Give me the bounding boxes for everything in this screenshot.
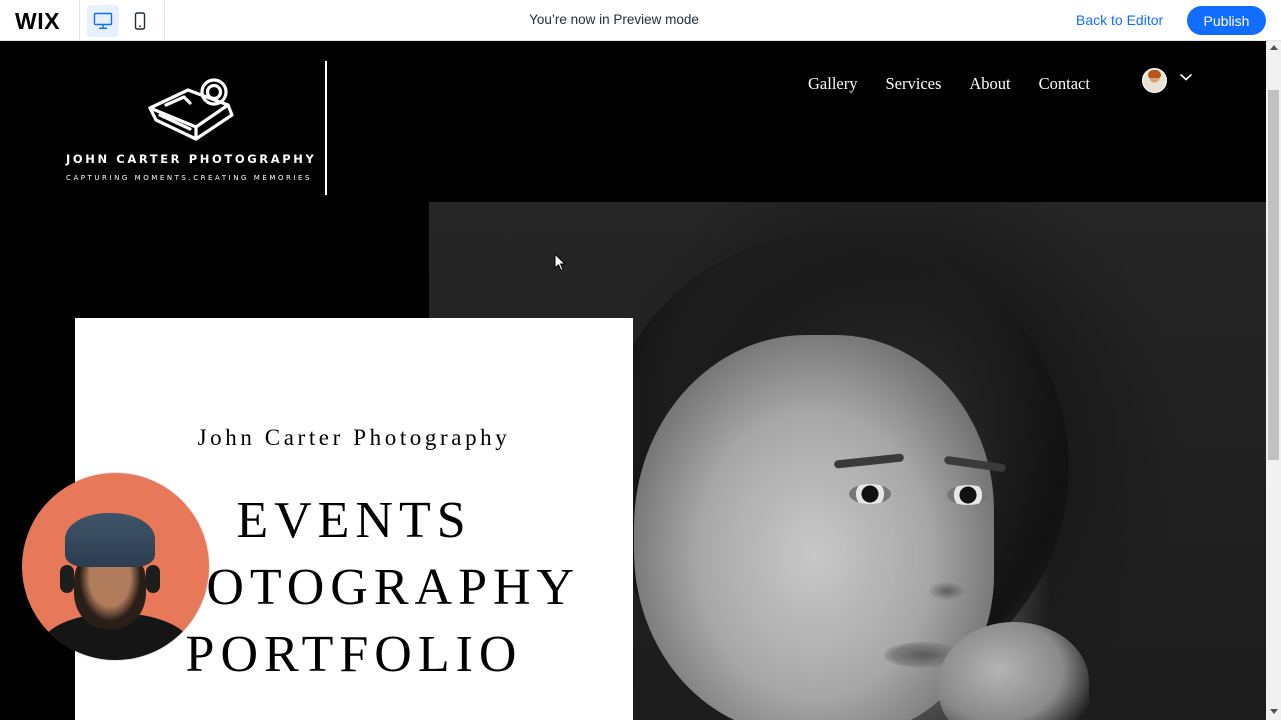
- nav-item-about[interactable]: About: [969, 74, 1010, 94]
- camera-logo-icon: [148, 78, 234, 141]
- back-to-editor-link[interactable]: Back to Editor: [1076, 12, 1163, 28]
- brand-name[interactable]: JOHN CARTER PHOTOGRAPHY: [66, 152, 316, 166]
- site-nav: Gallery Services About Contact: [808, 74, 1090, 94]
- logo-divider: [325, 61, 327, 195]
- webcam-presenter-turban: [65, 513, 155, 567]
- preview-topbar: WIX You’re now in Preview mode Back to E…: [0, 0, 1281, 41]
- preview-mode-message: You’re now in Preview mode: [529, 12, 699, 27]
- headphones-icon: [146, 565, 160, 593]
- mouse-cursor-icon: [554, 253, 566, 272]
- nav-item-services[interactable]: Services: [885, 74, 941, 94]
- member-avatar[interactable]: [1142, 68, 1167, 93]
- portrait-nose: [929, 582, 965, 600]
- scrollbar-thumb[interactable]: [1268, 90, 1279, 460]
- scroll-down-icon[interactable]: [1270, 709, 1278, 714]
- chevron-down-icon[interactable]: [1179, 72, 1193, 82]
- nav-item-contact[interactable]: Contact: [1039, 74, 1090, 94]
- headphones-icon: [60, 565, 74, 593]
- webcam-overlay: [22, 473, 209, 660]
- brand-tagline: CAPTURING MOMENTS.CREATING MEMORIES: [66, 174, 313, 182]
- scroll-up-icon[interactable]: [1270, 45, 1278, 50]
- portrait-eye: [947, 485, 989, 505]
- publish-button[interactable]: Publish: [1187, 6, 1266, 35]
- card-subtitle: John Carter Photography: [197, 425, 511, 450]
- nav-item-gallery[interactable]: Gallery: [808, 74, 857, 94]
- portrait-eye: [849, 484, 891, 504]
